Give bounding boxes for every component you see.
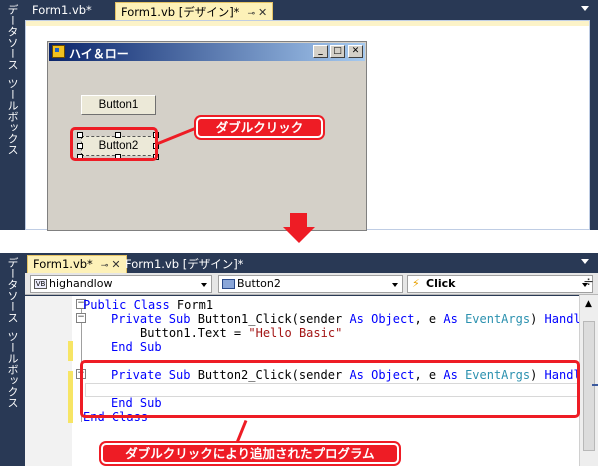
code-editor-window: データソース ツールボックス Form1.vb* ⊸ ✕ Form1.vb [デザイ…: [0, 253, 598, 466]
tab-list-dropdown-icon[interactable]: [581, 259, 589, 264]
side-tab-data-source[interactable]: データソース: [4, 4, 20, 70]
code-line[interactable]: Public Class Form1: [83, 298, 213, 312]
class-combo-value: highandlow: [49, 277, 113, 290]
navigation-bar: VB highandlow Button2 ⚡ Click ÷: [25, 273, 598, 295]
document-tabs: Form1.vb* ⊸ ✕ Form1.vb [デザイン]*: [25, 253, 598, 273]
code-keyword: As Object: [349, 312, 415, 326]
double-click-callout: ダブルクリック: [196, 117, 323, 138]
object-combo-value: Button2: [237, 277, 281, 290]
tab-list-dropdown-icon[interactable]: [581, 6, 589, 11]
editor-gutter: [25, 296, 73, 466]
vertical-scrollbar[interactable]: ▲: [579, 295, 598, 466]
form-title: ハイ＆ロー: [69, 47, 129, 61]
chevron-down-icon[interactable]: [201, 283, 207, 287]
close-icon[interactable]: ✕: [258, 6, 267, 19]
code-keyword: Public Class: [83, 298, 170, 312]
maximize-button[interactable]: □: [330, 45, 345, 58]
tab-label: Form1.vb [デザイン]*: [121, 5, 240, 19]
design-surface-guide: [26, 21, 589, 26]
document-tabs: Form1.vb* Form1.vb [デザイン]* ⊸ ✕: [25, 0, 598, 20]
code-line[interactable]: Button1.Text = "Hello Basic": [140, 326, 342, 340]
code-string: "Hello Basic": [248, 326, 343, 340]
tab-label: Form1.vb [デザイン]*: [125, 257, 244, 271]
code-keyword: Private Sub: [111, 312, 191, 326]
change-marker: [68, 371, 73, 423]
event-combo-value: Click: [426, 277, 456, 290]
close-button[interactable]: ✕: [348, 45, 363, 58]
lightning-event-icon: ⚡: [412, 277, 420, 290]
split-view-icon[interactable]: ÷: [583, 276, 594, 289]
added-code-highlight: [80, 360, 580, 418]
overview-marker: [592, 384, 598, 386]
code-line[interactable]: Private Sub Button1_Click(sender As Obje…: [111, 312, 595, 326]
tab-form1-code[interactable]: Form1.vb* ⊸ ✕: [27, 255, 127, 273]
chevron-down-icon[interactable]: [392, 283, 398, 287]
pin-icon[interactable]: ⊸: [247, 9, 255, 19]
side-tab-toolbox[interactable]: ツールボックス: [4, 78, 20, 155]
code-text: ): [530, 312, 545, 326]
side-tool-strip: データソース ツールボックス: [0, 0, 25, 230]
class-combo[interactable]: VB highandlow: [30, 275, 212, 293]
change-marker: [68, 341, 73, 361]
vb-class-icon: VB: [34, 279, 47, 289]
code-text: Button1.Text =: [140, 326, 249, 340]
designer-window: データソース ツールボックス Form1.vb* Form1.vb [デザイン]…: [0, 0, 598, 231]
collapse-icon[interactable]: −: [76, 313, 86, 323]
side-tool-strip: データソース ツールボックス: [0, 253, 25, 466]
code-keyword: End Sub: [111, 340, 162, 354]
code-text: Button1_Click(sender: [190, 312, 350, 326]
form-button1[interactable]: Button1: [81, 95, 156, 115]
tab-form1-code[interactable]: Form1.vb*: [27, 2, 97, 20]
code-type: EventArgs: [465, 312, 531, 326]
side-tab-toolbox[interactable]: ツールボックス: [4, 331, 20, 408]
code-keyword: As: [443, 312, 458, 326]
code-text: , e: [414, 312, 444, 326]
scroll-up-icon[interactable]: ▲: [585, 299, 592, 309]
code-text: Form1: [169, 298, 214, 312]
form-app-icon: [52, 45, 65, 58]
tab-label: Form1.vb*: [32, 3, 92, 17]
added-program-callout: ダブルクリックにより追加されたプログラム: [101, 443, 399, 464]
tab-form1-design[interactable]: Form1.vb [デザイン]* ⊸ ✕: [115, 2, 274, 20]
button2-highlight: [70, 127, 158, 161]
object-icon: [222, 279, 235, 289]
minimize-button[interactable]: _: [313, 45, 328, 58]
pin-icon[interactable]: ⊸: [101, 261, 109, 271]
side-tab-data-source[interactable]: データソース: [4, 257, 20, 323]
event-combo[interactable]: ⚡ Click: [407, 275, 593, 293]
object-combo[interactable]: Button2: [218, 275, 403, 293]
tab-form1-design[interactable]: Form1.vb [デザイン]*: [120, 255, 248, 273]
scrollbar-thumb[interactable]: [583, 321, 595, 451]
tab-label: Form1.vb*: [33, 257, 93, 271]
code-line[interactable]: End Sub: [111, 340, 162, 354]
form-title-bar[interactable]: ハイ＆ロー _ □ ✕: [49, 43, 365, 61]
